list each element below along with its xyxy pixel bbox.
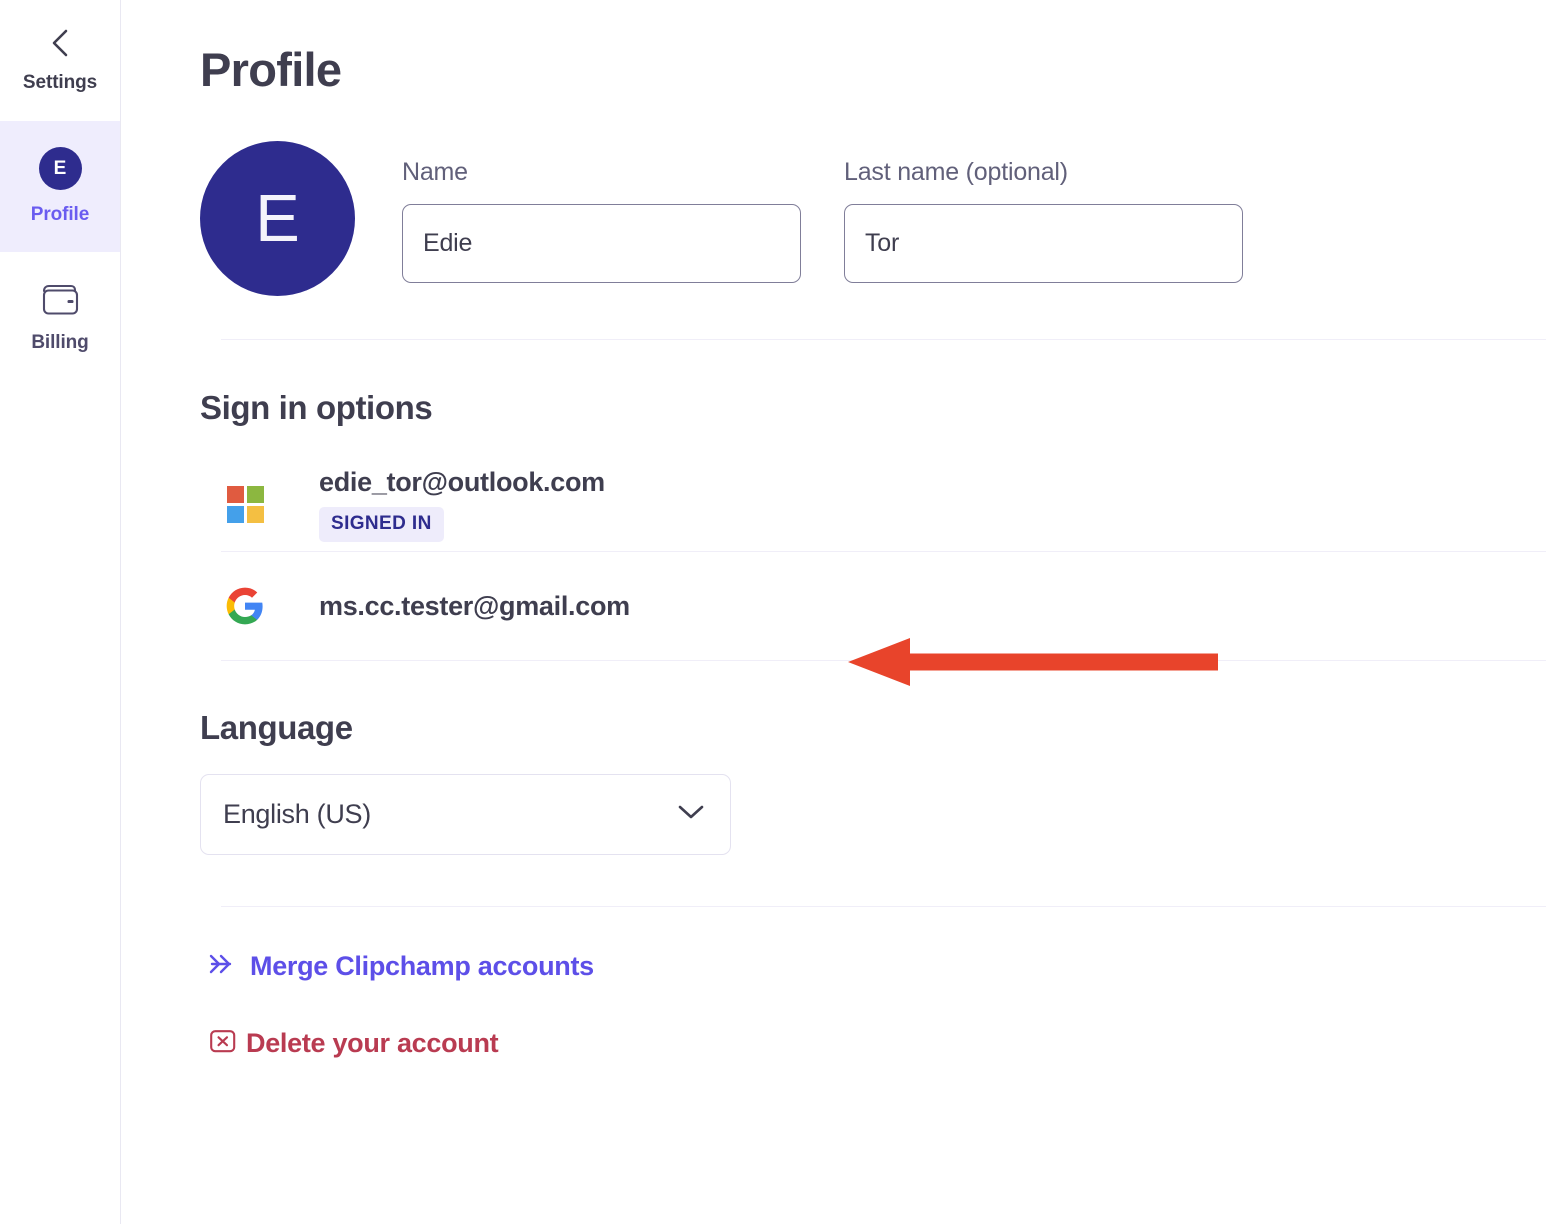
sign-in-email-microsoft: edie_tor@outlook.com xyxy=(319,467,605,497)
sign-in-row-microsoft[interactable]: edie_tor@outlook.com SIGNED IN xyxy=(200,458,1546,551)
language-select[interactable]: English (US) xyxy=(200,774,731,855)
account-actions-section: Merge Clipchamp accounts Delete your acc… xyxy=(200,907,1546,1060)
profile-identity-section: E Name Last name (optional) xyxy=(200,141,1546,339)
merge-accounts-label: Merge Clipchamp accounts xyxy=(250,951,594,981)
last-name-input[interactable] xyxy=(844,204,1243,283)
sidebar: Settings E Profile Billing xyxy=(0,0,121,1224)
merge-accounts-link[interactable]: Merge Clipchamp accounts xyxy=(207,951,1546,982)
sign-in-options-title: Sign in options xyxy=(200,389,433,426)
google-logo-icon xyxy=(224,586,266,626)
chevron-left-icon xyxy=(47,27,73,59)
sidebar-item-profile-label: Profile xyxy=(30,204,90,225)
main-content: Profile E Name Last name (optional) Sign… xyxy=(121,0,1546,1224)
profile-fields: Name Last name (optional) xyxy=(402,141,1243,283)
sign-in-options-section: Sign in options edie_tor@outlook.com SIG… xyxy=(200,340,1546,660)
sign-in-email-google: ms.cc.tester@gmail.com xyxy=(319,590,630,621)
last-name-field-group: Last name (optional) xyxy=(844,158,1243,283)
sidebar-item-billing-label: Billing xyxy=(31,332,89,353)
chevron-down-icon xyxy=(676,803,706,826)
language-section: Language English (US) xyxy=(200,661,1546,855)
sign-in-row-google[interactable]: ms.cc.tester@gmail.com xyxy=(200,552,1546,660)
name-input[interactable] xyxy=(402,204,801,283)
sidebar-item-billing[interactable]: Billing xyxy=(0,252,120,383)
delete-account-link[interactable]: Delete your account xyxy=(209,1027,1546,1060)
sidebar-back-settings[interactable]: Settings xyxy=(0,0,120,121)
page-title: Profile xyxy=(200,43,342,96)
sidebar-item-profile[interactable]: E Profile xyxy=(0,121,120,252)
sign-in-accounts-list: edie_tor@outlook.com SIGNED IN ms.cc.tes… xyxy=(200,458,1546,660)
microsoft-logo-icon xyxy=(224,486,266,523)
delete-account-label: Delete your account xyxy=(246,1028,499,1058)
profile-avatar: E xyxy=(200,141,355,296)
name-field-label: Name xyxy=(402,158,468,186)
avatar-icon: E xyxy=(38,147,82,190)
settings-profile-page: Settings E Profile Billing Profile E Nam… xyxy=(0,0,1546,1224)
double-chevron-right-icon xyxy=(207,951,241,982)
name-field-group: Name xyxy=(402,158,801,283)
sidebar-back-label: Settings xyxy=(22,72,98,93)
boxed-x-icon xyxy=(209,1027,237,1060)
language-title: Language xyxy=(200,709,353,746)
status-badge-signed-in: SIGNED IN xyxy=(319,507,444,542)
wallet-icon xyxy=(40,281,81,318)
language-select-value: English (US) xyxy=(223,799,371,829)
last-name-field-label: Last name (optional) xyxy=(844,158,1068,186)
